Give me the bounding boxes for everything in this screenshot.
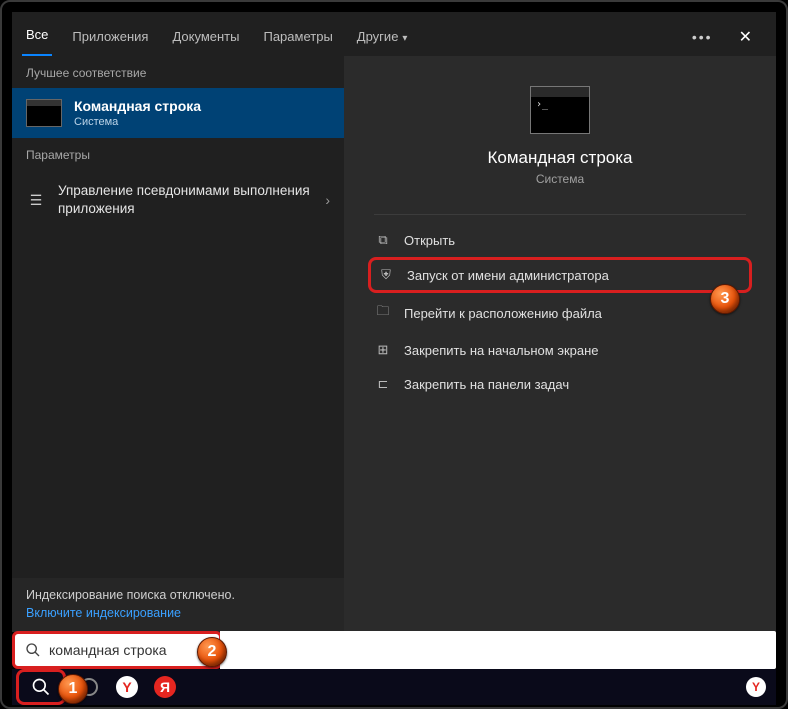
folder-location-icon: 🗀	[374, 302, 392, 324]
search-icon	[25, 642, 41, 658]
more-options-icon[interactable]: •••	[692, 29, 713, 45]
search-query-text: командная строка	[49, 642, 167, 658]
action-run-admin-label: Запуск от имени администратора	[407, 268, 609, 283]
best-match-subtitle: Система	[74, 116, 201, 128]
action-pin-start-label: Закрепить на начальном экране	[404, 343, 599, 358]
action-open-file-location[interactable]: 🗀 Перейти к расположению файла	[368, 293, 752, 333]
action-location-label: Перейти к расположению файла	[404, 306, 602, 321]
tray-yandex-icon[interactable]: Y	[746, 677, 766, 697]
search-input[interactable]: командная строка	[12, 631, 222, 669]
pin-taskbar-icon: ⊏	[374, 376, 392, 392]
divider	[374, 214, 746, 215]
action-pin-taskbar-label: Закрепить на панели задач	[404, 377, 569, 392]
action-open-label: Открыть	[404, 233, 455, 248]
preview-app-icon	[530, 86, 590, 134]
action-pin-to-start[interactable]: ⊞ Закрепить на начальном экране	[368, 333, 752, 367]
taskbar: Y Я Y	[12, 669, 776, 705]
best-match-title: Командная строка	[74, 98, 201, 114]
preview-subtitle: Система	[536, 172, 584, 186]
pin-start-icon: ⊞	[374, 342, 392, 358]
annotation-badge-1: 1	[58, 674, 88, 704]
yandex-red-icon: Я	[154, 676, 176, 698]
taskbar-yandex-app[interactable]: Я	[150, 672, 180, 702]
system-tray: Y	[746, 677, 772, 697]
settings-result-item[interactable]: ☰ Управление псевдонимами выполнения при…	[12, 170, 344, 230]
preview-pane: Командная строка Система ⧉ Открыть ⛨ Зап…	[344, 56, 776, 632]
section-parameters: Параметры	[12, 138, 344, 170]
admin-shield-icon: ⛨	[377, 267, 395, 283]
action-list: ⧉ Открыть ⛨ Запуск от имени администрато…	[344, 223, 776, 401]
tab-apps[interactable]: Приложения	[68, 19, 152, 56]
yandex-white-icon: Y	[116, 676, 138, 698]
chevron-right-icon: ›	[325, 192, 330, 208]
tab-parameters[interactable]: Параметры	[259, 19, 336, 56]
search-bar-remainder[interactable]	[220, 631, 776, 669]
annotation-badge-3: 3	[710, 284, 740, 314]
search-panel: Все Приложения Документы Параметры Други…	[12, 12, 776, 633]
indexing-off-text: Индексирование поиска отключено.	[26, 588, 330, 602]
preview-title: Командная строка	[487, 148, 632, 168]
taskbar-yandex-browser[interactable]: Y	[112, 672, 142, 702]
action-pin-to-taskbar[interactable]: ⊏ Закрепить на панели задач	[368, 367, 752, 401]
settings-result-label: Управление псевдонимами выполнения прило…	[58, 182, 313, 218]
tab-others[interactable]: Другие▾	[353, 19, 412, 56]
search-bar: командная строка	[12, 631, 776, 669]
indexing-notice: Индексирование поиска отключено. Включит…	[12, 578, 344, 632]
enable-indexing-link[interactable]: Включите индексирование	[26, 606, 181, 620]
cmd-icon	[26, 99, 62, 127]
results-list: Лучшее соответствие Командная строка Сис…	[12, 56, 344, 632]
tab-documents[interactable]: Документы	[168, 19, 243, 56]
filter-tabs: Все Приложения Документы Параметры Други…	[12, 12, 776, 56]
best-match-item[interactable]: Командная строка Система	[12, 88, 344, 138]
open-icon: ⧉	[374, 232, 392, 248]
action-open[interactable]: ⧉ Открыть	[368, 223, 752, 257]
annotation-badge-2: 2	[197, 637, 227, 667]
section-best-match: Лучшее соответствие	[12, 56, 344, 88]
action-run-as-admin[interactable]: ⛨ Запуск от имени администратора	[368, 257, 752, 293]
search-icon	[31, 677, 51, 697]
close-icon[interactable]: ✕	[731, 23, 760, 51]
alias-settings-icon: ☰	[26, 190, 46, 210]
chevron-down-icon: ▾	[402, 33, 407, 44]
tab-all[interactable]: Все	[22, 17, 52, 57]
